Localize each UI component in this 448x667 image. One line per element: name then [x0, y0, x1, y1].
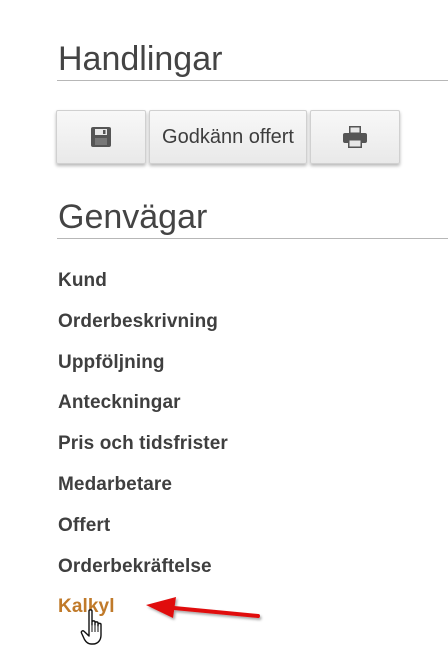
approve-offer-button[interactable]: Godkänn offert — [149, 110, 307, 164]
shortcuts-divider — [57, 238, 448, 239]
shortcut-link-pris-och-tidsfrister[interactable]: Pris och tidsfrister — [58, 431, 228, 472]
actions-title: Handlingar — [58, 40, 223, 78]
annotation-arrow-icon — [146, 597, 260, 618]
shortcut-link-orderbekraftelse[interactable]: Orderbekräftelse — [58, 554, 228, 595]
shortcuts-list: Kund Orderbeskrivning Uppföljning Anteck… — [58, 268, 228, 635]
shortcut-link-uppfoljning[interactable]: Uppföljning — [58, 350, 228, 391]
shortcut-link-offert[interactable]: Offert — [58, 513, 228, 554]
save-button[interactable] — [56, 110, 146, 164]
shortcuts-title: Genvägar — [58, 198, 208, 236]
actions-toolbar: Godkänn offert — [56, 110, 400, 166]
save-icon — [91, 127, 111, 147]
shortcut-link-medarbetare[interactable]: Medarbetare — [58, 472, 228, 513]
print-icon — [343, 126, 367, 148]
shortcut-link-kund[interactable]: Kund — [58, 268, 228, 309]
shortcut-link-anteckningar[interactable]: Anteckningar — [58, 390, 228, 431]
print-button[interactable] — [310, 110, 400, 164]
actions-divider — [57, 80, 448, 81]
shortcut-link-orderbeskrivning[interactable]: Orderbeskrivning — [58, 309, 228, 350]
hand-pointer-icon — [80, 609, 102, 645]
